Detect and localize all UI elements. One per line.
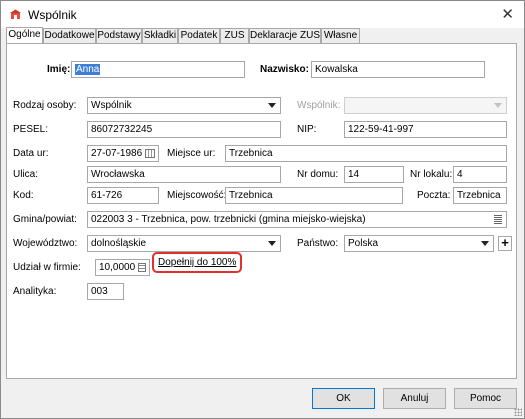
help-button[interactable]: Pomoc xyxy=(454,388,517,409)
last-name-label: Nazwisko: xyxy=(260,64,309,75)
tab-zus[interactable]: ZUS xyxy=(220,28,249,43)
calendar-icon[interactable] xyxy=(145,149,155,158)
flat-number-input[interactable]: 4 xyxy=(453,166,507,183)
street-input[interactable]: Wrocławska xyxy=(87,166,281,183)
partner-app-icon xyxy=(10,9,21,19)
window-title: Wspólnik xyxy=(28,8,77,22)
voivodeship-value: dolnośląskie xyxy=(91,238,147,249)
last-name-input[interactable]: Kowalska xyxy=(311,61,485,78)
person-type-select[interactable]: Wspólnik xyxy=(87,97,281,114)
ok-button[interactable]: OK xyxy=(312,388,375,409)
country-value: Polska xyxy=(348,238,379,249)
fill-to-100-button[interactable]: Dopełnij do 100% xyxy=(152,252,243,273)
share-input[interactable]: 10,0000 xyxy=(95,259,150,276)
house-number-label: Nr domu: xyxy=(297,169,339,180)
tab-dodatkowe[interactable]: Dodatkowe xyxy=(43,28,96,43)
analytics-input[interactable]: 003 xyxy=(87,283,124,300)
nip-input[interactable]: 122-59-41-997 xyxy=(344,121,507,138)
voivodeship-select[interactable]: dolnośląskie xyxy=(87,235,281,252)
partner-label: Wspólnik: xyxy=(297,100,341,111)
tab-ogolne[interactable]: Ogólne xyxy=(6,27,43,44)
birth-place-label: Miejsce ur: xyxy=(167,148,216,159)
commune-value: 022003 3 - Trzebnica, pow. trzebnicki (g… xyxy=(91,214,366,225)
city-label: Miejscowość: xyxy=(167,190,227,201)
birth-date-label: Data ur: xyxy=(13,148,49,159)
title-bar: Wspólnik ✕ xyxy=(1,1,524,28)
postal-code-label: Kod: xyxy=(13,190,34,201)
close-icon[interactable]: ✕ xyxy=(501,5,514,23)
postal-code-input[interactable]: 61-726 xyxy=(87,187,159,204)
birth-date-value: 27-07-1986 xyxy=(91,148,143,159)
list-picker-icon[interactable] xyxy=(494,215,502,224)
post-office-label: Poczta: xyxy=(417,190,451,201)
share-value: 10,0000 xyxy=(99,262,136,273)
cancel-button[interactable]: Anuluj xyxy=(383,388,446,409)
house-number-input[interactable]: 14 xyxy=(344,166,404,183)
tab-wlasne[interactable]: Własne xyxy=(321,28,360,43)
flat-number-label: Nr lokalu: xyxy=(410,169,453,180)
person-type-value: Wspólnik xyxy=(91,100,132,111)
chevron-down-icon xyxy=(494,103,502,108)
tab-skladki[interactable]: Składki xyxy=(142,28,178,43)
voivodeship-label: Województwo: xyxy=(13,238,78,249)
first-name-value: Anna xyxy=(75,64,101,75)
tab-podstawy[interactable]: Podstawy xyxy=(96,28,142,43)
commune-input[interactable]: 022003 3 - Trzebnica, pow. trzebnicki (g… xyxy=(87,211,507,228)
city-input[interactable]: Trzebnica xyxy=(225,187,403,204)
chevron-down-icon xyxy=(481,241,489,246)
calculator-icon[interactable] xyxy=(138,263,146,272)
partner-dialog: Wspólnik ✕ Ogólne Dodatkowe Podstawy Skł… xyxy=(0,0,525,419)
commune-label: Gmina/powiat: xyxy=(13,214,77,225)
street-label: Ulica: xyxy=(13,169,39,180)
tab-podatek[interactable]: Podatek xyxy=(178,28,220,43)
pesel-input[interactable]: 86072732245 xyxy=(87,121,281,138)
share-label: Udział w firmie: xyxy=(13,262,81,273)
resize-grip[interactable] xyxy=(514,408,522,416)
first-name-input[interactable]: Anna xyxy=(71,61,245,78)
nip-label: NIP: xyxy=(297,124,317,135)
analytics-label: Analityka: xyxy=(13,286,57,297)
chevron-down-icon xyxy=(268,103,276,108)
person-type-label: Rodzaj osoby: xyxy=(13,100,77,111)
country-label: Państwo: xyxy=(297,238,339,249)
partner-select[interactable] xyxy=(344,97,507,114)
birth-date-input[interactable]: 27-07-1986 xyxy=(87,145,159,162)
add-country-button[interactable]: + xyxy=(498,236,512,251)
tab-deklaracje-zus[interactable]: Deklaracje ZUS xyxy=(249,28,321,43)
first-name-label: Imię: xyxy=(47,64,71,75)
chevron-down-icon xyxy=(268,241,276,246)
country-select[interactable]: Polska xyxy=(344,235,494,252)
pesel-label: PESEL: xyxy=(13,124,49,135)
tab-panel-ogolne: Imię: Anna Nazwisko: Kowalska Rodzaj oso… xyxy=(6,43,517,379)
post-office-input[interactable]: Trzebnica xyxy=(453,187,507,204)
birth-place-input[interactable]: Trzebnica xyxy=(225,145,507,162)
